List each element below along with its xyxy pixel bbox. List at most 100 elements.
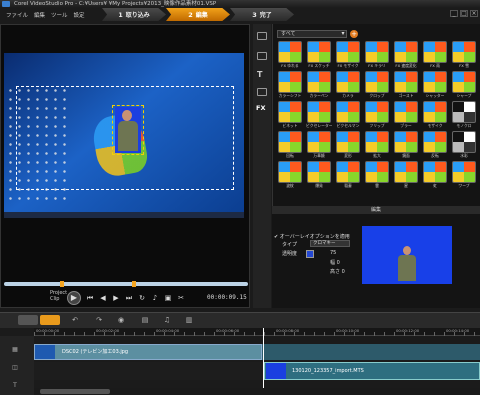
filter-thumbnail[interactable]: FX キラリ	[364, 41, 390, 71]
mark-out-handle[interactable]	[132, 281, 136, 287]
filter-thumbnail[interactable]: 稲妻	[335, 161, 361, 191]
filter-thumbnail[interactable]: ピクセルマン	[335, 101, 361, 131]
filter-tab[interactable]: FX	[256, 104, 265, 112]
menu-tools[interactable]: ツール	[51, 11, 68, 19]
filter-preview-image	[336, 131, 360, 153]
filter-thumbnail[interactable]: ビネット	[277, 101, 303, 131]
filter-thumbnail[interactable]: 雲	[364, 161, 390, 191]
menu-file[interactable]: ファイル	[6, 11, 28, 19]
filter-label: 鏡面	[402, 153, 410, 158]
filter-thumbnail[interactable]: ピクセレーター	[306, 101, 332, 131]
home-icon[interactable]: ⏮	[86, 294, 94, 302]
storyboard-view-button[interactable]	[18, 315, 38, 325]
filter-thumbnail[interactable]: クロップ	[364, 71, 390, 101]
filter-thumbnail[interactable]: カラーペン	[306, 71, 332, 101]
prev-frame-icon[interactable]: ◀	[99, 294, 107, 302]
filter-thumbnail[interactable]: ゴースト	[393, 71, 419, 101]
filter-thumbnail[interactable]: 水彩	[451, 131, 477, 161]
media-icon[interactable]	[257, 32, 267, 40]
filter-thumbnail[interactable]: 万華鏡	[306, 131, 332, 161]
play-icon[interactable]: ▶	[67, 291, 81, 305]
filter-thumbnail[interactable]: 拡大	[364, 131, 390, 161]
redo-icon[interactable]: ↷	[94, 316, 104, 324]
filter-thumbnail[interactable]: FX 速度変化	[393, 41, 419, 71]
filter-thumbnail[interactable]: FX ゆれる	[277, 41, 303, 71]
scrollbar-thumb[interactable]	[40, 389, 110, 394]
filter-thumbnail[interactable]: ワープ	[451, 161, 477, 191]
end-icon[interactable]: ⏭	[125, 294, 133, 302]
repeat-icon[interactable]: ↻	[138, 294, 146, 302]
menu-edit[interactable]: 編集	[34, 11, 45, 19]
filter-thumbnail[interactable]: ブラー	[393, 101, 419, 131]
transition-icon[interactable]	[257, 52, 267, 60]
height-value[interactable]: 高さ 0	[330, 268, 345, 275]
mixer-icon[interactable]: ▤	[140, 316, 150, 324]
overlay-option-checkbox[interactable]: ✔ オーバーレイオプションを適用	[274, 233, 350, 240]
clip-thumbnail	[35, 345, 55, 359]
type-select[interactable]: クロマキー	[310, 240, 350, 247]
filter-thumbnail[interactable]: FX 雪	[451, 41, 477, 71]
timecode[interactable]: 00:00:09.15	[207, 294, 247, 301]
mark-in-handle[interactable]	[60, 281, 64, 287]
next-frame-icon[interactable]: ▶	[112, 294, 120, 302]
key-color-swatch[interactable]	[306, 250, 314, 258]
filter-thumbnail[interactable]: 星	[393, 161, 419, 191]
close-button[interactable]: ×	[470, 10, 478, 17]
filter-label: カメラ	[342, 93, 354, 98]
filter-thumbnail[interactable]: カラーシフト	[277, 71, 303, 101]
filter-thumbnail[interactable]: シャッター	[422, 71, 448, 101]
title-icon[interactable]: T	[257, 70, 267, 79]
filter-thumbnail[interactable]: モザイク	[422, 101, 448, 131]
minimize-button[interactable]: _	[450, 10, 458, 17]
timeline-view-button[interactable]	[40, 315, 60, 325]
filter-label: クロップ	[369, 93, 385, 98]
filter-thumbnail[interactable]: 反転	[422, 131, 448, 161]
add-icon[interactable]: +	[350, 30, 358, 38]
filter-thumbnail[interactable]: モノクロ	[451, 101, 477, 131]
hd-icon[interactable]: ▣	[164, 294, 172, 302]
ruler-label: 00:00:14:00	[446, 328, 470, 333]
filter-thumbnail[interactable]: 虹	[422, 161, 448, 191]
chevron-down-icon[interactable]: ▾	[339, 30, 347, 38]
filter-label: 変形	[344, 153, 352, 158]
track-manager-icon[interactable]: ▥	[184, 316, 194, 324]
filter-thumbnail[interactable]: 回転	[277, 131, 303, 161]
height-number[interactable]: 0	[342, 269, 345, 275]
filter-thumbnail[interactable]: 変形	[335, 131, 361, 161]
filter-preview-image	[307, 41, 331, 63]
tab-capture[interactable]: 1 取り込み	[102, 8, 166, 21]
filter-thumbnail[interactable]: カメラ	[335, 71, 361, 101]
filter-thumbnail[interactable]: 鏡面	[393, 131, 419, 161]
filter-thumbnail[interactable]: 波紋	[277, 161, 303, 191]
filter-thumbnail[interactable]: シャープ	[451, 71, 477, 101]
filter-thumbnail[interactable]: 爆発	[306, 161, 332, 191]
record-icon[interactable]: ◉	[116, 316, 126, 324]
width-number[interactable]: 0	[337, 260, 340, 266]
volume-icon[interactable]: ♪	[151, 294, 159, 302]
transparency-value[interactable]: 75	[330, 250, 336, 256]
playhead[interactable]	[263, 328, 264, 390]
overlay-track-icon[interactable]: ◫	[10, 364, 20, 372]
width-value[interactable]: 幅 0	[330, 259, 340, 266]
overlay-frame[interactable]	[112, 105, 144, 155]
menu-settings[interactable]: 設定	[74, 11, 85, 19]
filter-label: 波紋	[286, 183, 294, 188]
graphic-icon[interactable]	[257, 88, 267, 96]
auto-music-icon[interactable]: ♫	[162, 316, 172, 324]
filter-label: FX 雨	[430, 63, 440, 68]
tab-edit[interactable]: 2 編集	[166, 8, 230, 21]
scrub-bar[interactable]	[4, 282, 248, 286]
filter-thumbnail[interactable]: FX スケッチ	[306, 41, 332, 71]
title-track-icon[interactable]: T	[10, 382, 20, 390]
category-dropdown[interactable]: すべて	[277, 30, 347, 38]
step-label: 編集	[195, 12, 208, 19]
split-icon[interactable]: ✂	[177, 294, 185, 302]
filter-thumbnail[interactable]: フリップ	[364, 101, 390, 131]
maximize-button[interactable]: □	[460, 10, 468, 17]
tab-share[interactable]: 3 完了	[230, 8, 294, 21]
filter-thumbnail[interactable]: FX 雨	[422, 41, 448, 71]
filter-preview-image	[307, 131, 331, 153]
video-track-icon[interactable]: ▦	[10, 346, 20, 354]
undo-icon[interactable]: ↶	[70, 316, 80, 324]
filter-thumbnail[interactable]: FX モザイク	[335, 41, 361, 71]
